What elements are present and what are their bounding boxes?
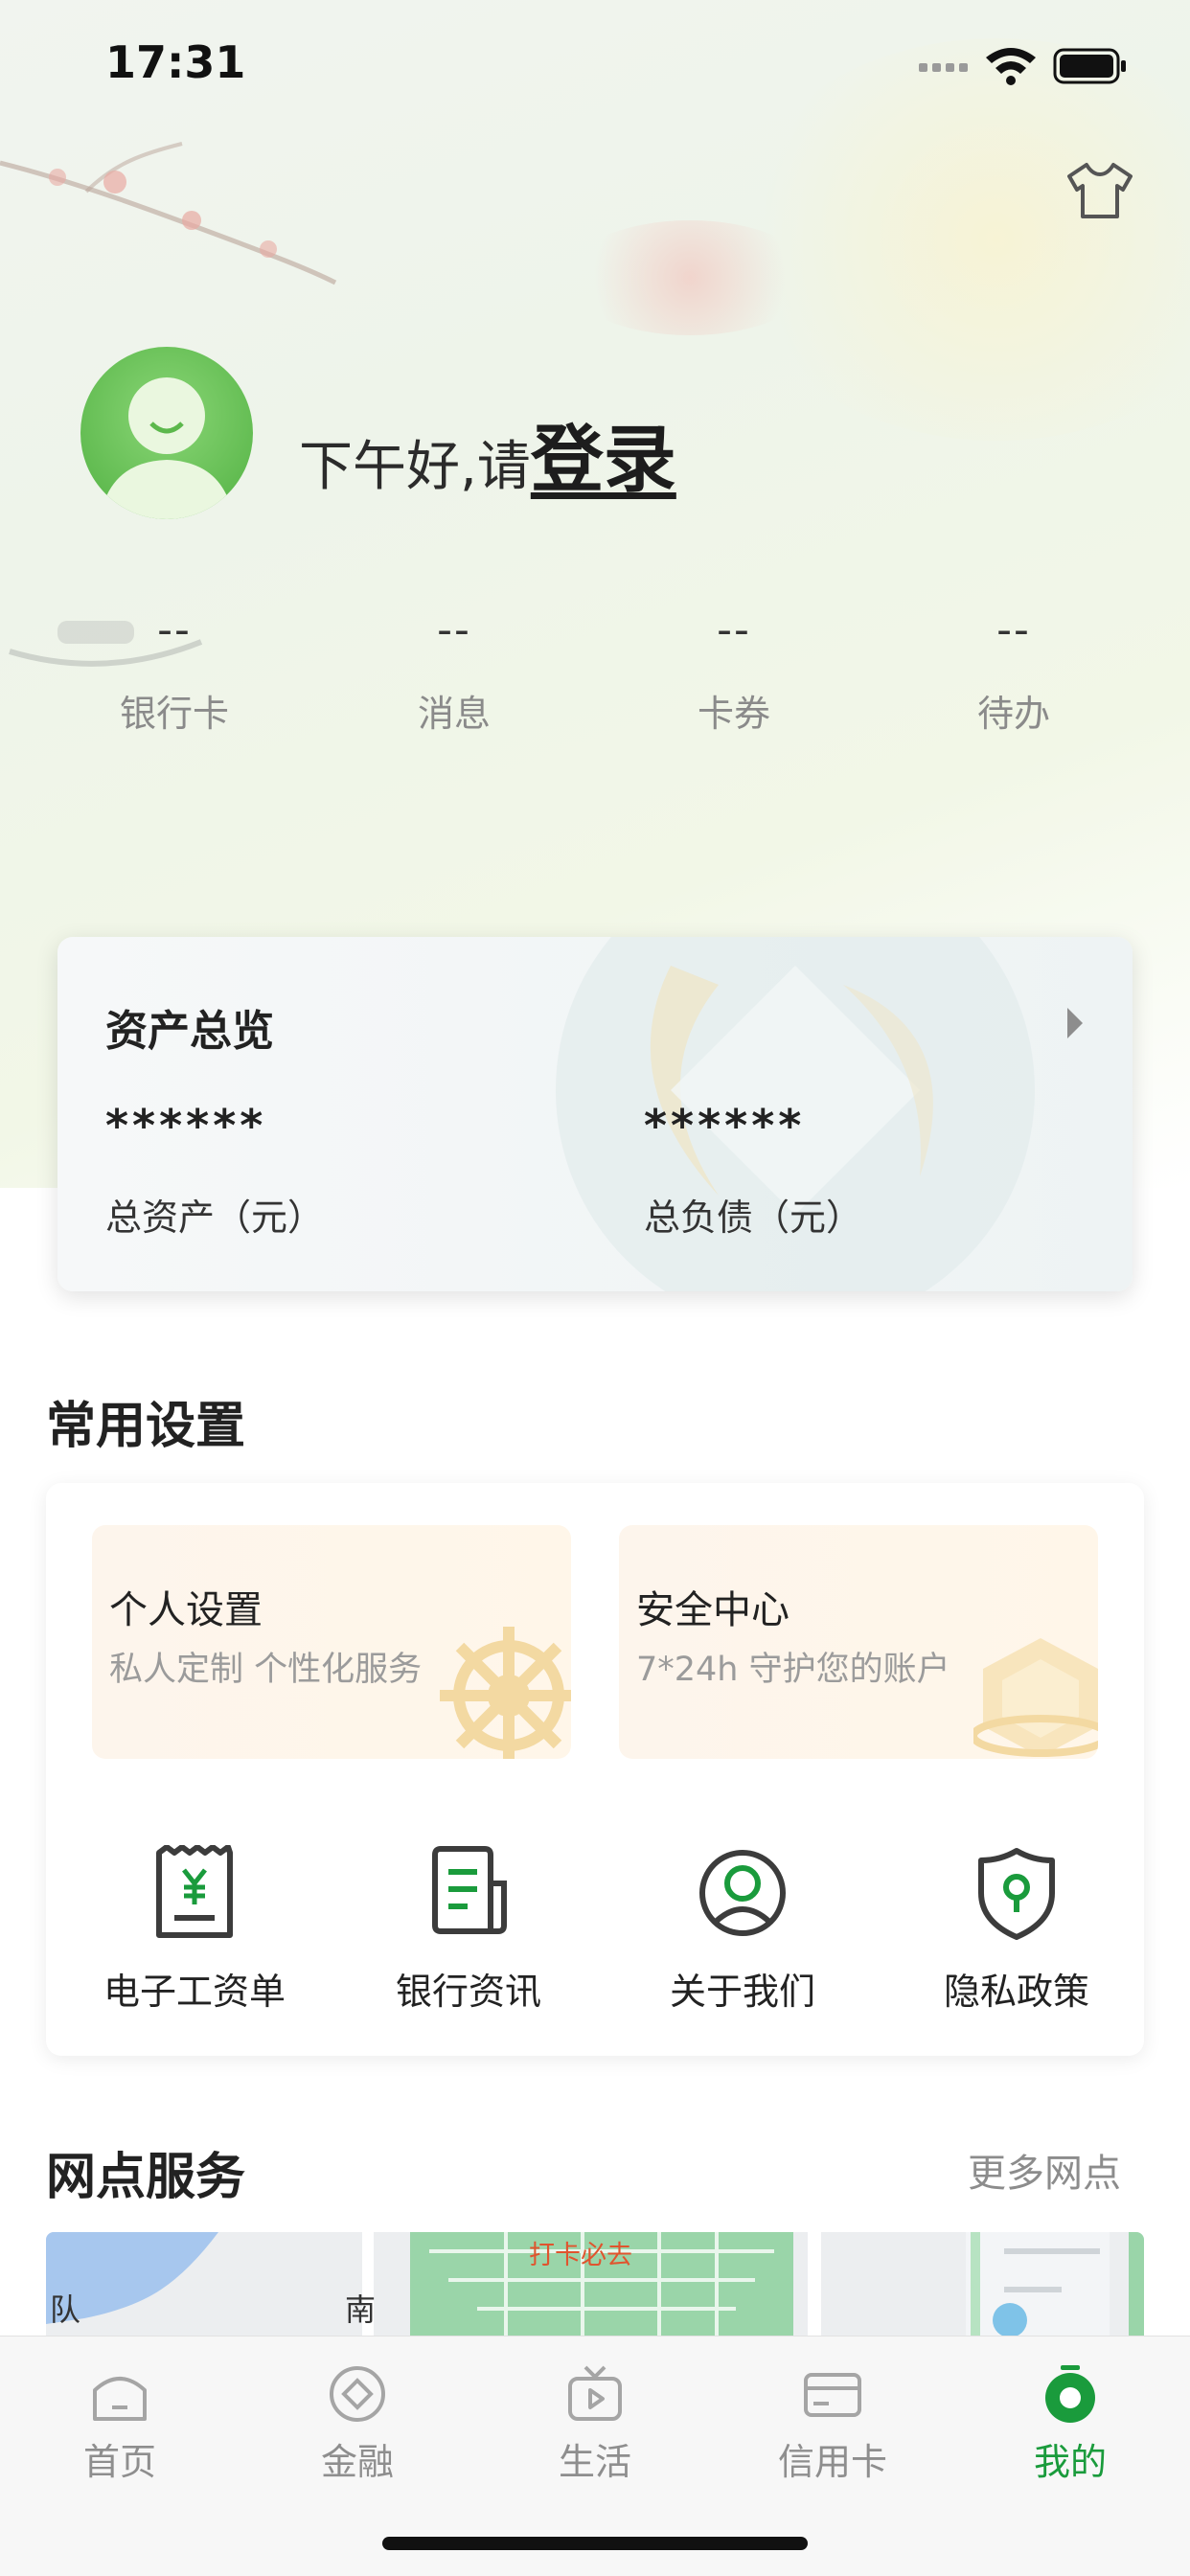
- tab-label: 我的: [1033, 2441, 1107, 2483]
- stat-coupons[interactable]: -- 卡券: [629, 605, 839, 737]
- tv-icon: [568, 2365, 622, 2421]
- greeting-prefix: 下午好,请: [299, 436, 531, 498]
- total-assets-label: 总资产（元）: [105, 1197, 325, 1239]
- total-liabilities-value: ******: [644, 1100, 806, 1151]
- total-assets-value: ******: [105, 1100, 267, 1151]
- map-poi-label: 打卡必去: [529, 2241, 632, 2270]
- common-settings-card: 个人设置 私人定制 个性化服务 安全中心 7*24h 守护您的账户 电子工资单 …: [46, 1483, 1144, 2056]
- total-liabilities-label: 总负债（元）: [644, 1197, 863, 1239]
- feature-title: 个人设置: [109, 1588, 263, 1632]
- finance-icon: [330, 2366, 385, 2422]
- tab-home[interactable]: 首页: [43, 2363, 196, 2485]
- news-icon: [432, 1846, 507, 1934]
- chevron-right-icon[interactable]: [1064, 1004, 1087, 1042]
- tool-label: 电子工资单: [103, 1971, 286, 2013]
- stat-label: 银行卡: [119, 693, 229, 735]
- feature-title: 安全中心: [636, 1588, 790, 1632]
- bank-news-button[interactable]: 银行资讯: [332, 1845, 606, 2015]
- tab-label: 首页: [82, 2441, 156, 2483]
- branch-service-title: 网点服务: [46, 2149, 246, 2206]
- tool-label: 关于我们: [669, 1971, 815, 2013]
- more-branches-link[interactable]: 更多网点: [968, 2142, 1121, 2198]
- stat-bank-card[interactable]: -- 银行卡: [69, 605, 280, 737]
- theme-shirt-icon[interactable]: [1065, 161, 1134, 220]
- security-center-tile[interactable]: 安全中心 7*24h 守护您的账户: [619, 1525, 1098, 1759]
- credit-card-icon: [804, 2373, 861, 2417]
- feature-subtitle: 私人定制 个性化服务: [109, 1651, 423, 1689]
- helm-icon: [440, 1627, 571, 1759]
- stat-value: --: [437, 605, 471, 654]
- stat-todo[interactable]: -- 待办: [908, 605, 1119, 737]
- asset-overview-card[interactable]: 资产总览 ****** 总资产（元） ****** 总负债（元）: [57, 937, 1133, 1291]
- mine-icon: [1045, 2365, 1095, 2423]
- stat-value: --: [157, 605, 192, 654]
- home-icon: [93, 2377, 147, 2421]
- tab-label: 生活: [558, 2441, 631, 2483]
- home-indicator: [382, 2537, 808, 2550]
- wifi-icon: [986, 48, 1036, 85]
- status-bar-icons: [919, 48, 1126, 85]
- stat-label: 卡券: [697, 693, 770, 735]
- tool-label: 银行资讯: [395, 1971, 541, 2013]
- battery-icon: [1053, 48, 1126, 84]
- stat-value: --: [996, 605, 1031, 654]
- avatar[interactable]: [80, 347, 253, 519]
- tab-credit-card[interactable]: 信用卡: [756, 2363, 909, 2485]
- branch-map[interactable]: 打卡必去 队 南: [46, 2232, 1144, 2337]
- stat-label: 待办: [976, 693, 1050, 735]
- avatar-person-icon: [100, 377, 234, 519]
- feature-subtitle: 7*24h 守护您的账户: [636, 1651, 950, 1689]
- signal-icon: [919, 63, 968, 72]
- map-road-label: 南: [345, 2291, 377, 2328]
- stat-value: --: [717, 605, 751, 654]
- user-circle-icon: [699, 1850, 786, 1936]
- asset-overview-title: 资产总览: [105, 1007, 274, 1056]
- stat-label: 消息: [417, 693, 491, 735]
- tab-mine[interactable]: 我的: [994, 2363, 1147, 2485]
- plum-branch-decoration: [0, 142, 337, 285]
- payslip-icon: [156, 1845, 233, 1938]
- tab-life[interactable]: 生活: [518, 2363, 672, 2485]
- privacy-shield-icon: [978, 1848, 1055, 1940]
- personal-settings-tile[interactable]: 个人设置 私人定制 个性化服务: [92, 1525, 571, 1759]
- e-payslip-button[interactable]: 电子工资单: [57, 1845, 332, 2015]
- tab-finance[interactable]: 金融: [281, 2363, 434, 2485]
- tab-label: 金融: [320, 2441, 394, 2483]
- about-us-button[interactable]: 关于我们: [606, 1845, 880, 2015]
- status-bar-time: 17:31: [105, 36, 246, 88]
- tool-label: 隐私政策: [943, 1971, 1089, 2013]
- greeting-text: 下午好,请登录: [299, 400, 676, 506]
- stat-messages[interactable]: -- 消息: [349, 605, 560, 737]
- shield-badge-icon: [973, 1638, 1098, 1757]
- tab-label: 信用卡: [777, 2441, 887, 2483]
- map-area-label: 队: [50, 2291, 81, 2328]
- common-settings-title: 常用设置: [46, 1398, 246, 1455]
- login-link[interactable]: 登录: [531, 417, 676, 502]
- privacy-policy-button[interactable]: 隐私政策: [880, 1845, 1154, 2015]
